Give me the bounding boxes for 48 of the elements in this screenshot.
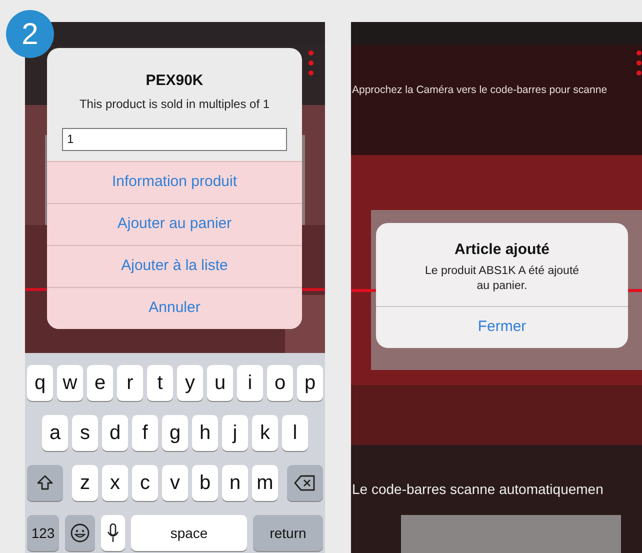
keyboard-key[interactable]: e	[87, 365, 113, 401]
keyboard-key[interactable]: n	[222, 465, 248, 501]
keyboard-key[interactable]: h	[192, 415, 218, 451]
keyboard-key[interactable]: g	[162, 415, 188, 451]
keyboard-key[interactable]: j	[222, 415, 248, 451]
keyboard-key[interactable]: q	[27, 365, 53, 401]
dialog-title: Article ajouté	[454, 240, 550, 260]
keyboard-key[interactable]: b	[192, 465, 218, 501]
scan-hint: Approchez la Caméra vers le code-barres pour scanne	[352, 83, 608, 98]
shift-key[interactable]	[27, 465, 63, 501]
keyboard-key[interactable]: x	[102, 465, 128, 501]
menu-dots-icon[interactable]	[636, 50, 642, 76]
dialog-message: This product is sold in multiples of 1	[79, 96, 270, 112]
mic-key[interactable]	[101, 515, 125, 551]
scan-status: Le code-barres scanne automatiquemen	[352, 480, 604, 499]
delete-key[interactable]	[287, 465, 323, 501]
keyboard-key[interactable]: w	[57, 365, 83, 401]
keyboard-key[interactable]: m	[252, 465, 278, 501]
keyboard-key[interactable]: i	[237, 365, 263, 401]
keyboard-key[interactable]: o	[267, 365, 293, 401]
keyboard-key[interactable]: c	[132, 465, 158, 501]
dialog-action[interactable]: Fermer	[376, 306, 628, 348]
keyboard-key[interactable]: p	[297, 365, 323, 401]
shift-icon	[36, 474, 54, 492]
keyboard-key[interactable]: a	[42, 415, 68, 451]
numbers-key[interactable]: 123	[27, 515, 59, 551]
keyboard-key[interactable]: z	[72, 465, 98, 501]
keyboard-key[interactable]: y	[177, 365, 203, 401]
keyboard-key[interactable]: t	[147, 365, 173, 401]
keyboard-key[interactable]: d	[102, 415, 128, 451]
return-key[interactable]: return	[253, 515, 323, 551]
microphone-icon	[107, 523, 119, 543]
dialog-title: PEX90K	[146, 71, 204, 91]
keyboard-key[interactable]: v	[162, 465, 188, 501]
keyboard-key[interactable]: f	[132, 415, 158, 451]
keyboard-key[interactable]: u	[207, 365, 233, 401]
quantity-field[interactable]: 1	[62, 128, 287, 150]
keyboard-key[interactable]: r	[117, 365, 143, 401]
delete-icon	[294, 475, 316, 491]
emoji-key[interactable]	[65, 515, 95, 551]
keyboard-key[interactable]: l	[282, 415, 308, 451]
keyboard-key[interactable]: s	[72, 415, 98, 451]
step-badge: 2	[6, 10, 54, 58]
smiley-icon	[70, 523, 90, 543]
dialog-message: Le produit ABS1K A été ajouté au panier.	[424, 264, 580, 294]
menu-dots-icon[interactable]	[308, 50, 314, 76]
keyboard-key[interactable]: k	[252, 415, 278, 451]
space-key[interactable]: space	[131, 515, 247, 551]
